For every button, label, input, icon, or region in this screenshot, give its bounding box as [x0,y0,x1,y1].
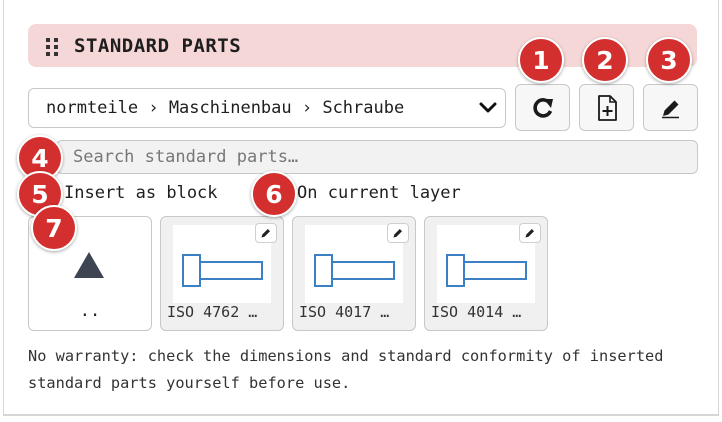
drag-handle-icon[interactable] [46,37,58,56]
part-label: ISO 4017 … [299,303,390,321]
annotation-badge: 3 [646,37,692,83]
up-arrow-icon [74,252,104,278]
search-field[interactable] [56,140,698,174]
on-current-layer-option[interactable]: On current layer [297,180,461,206]
edit-part-button[interactable] [519,223,541,243]
chevron-down-icon [479,102,497,113]
edit-part-button[interactable] [255,223,277,243]
pencil-icon [525,229,534,238]
panel-title: STANDARD PARTS [74,34,242,57]
insert-as-block-option[interactable]: Insert as block [64,180,218,206]
parent-folder-label: .. [79,301,101,321]
path-select[interactable]: normteile › Maschinenbau › Schraube [28,88,506,128]
new-file-button[interactable] [579,84,634,131]
insert-as-block-label: Insert as block [64,183,218,203]
pencil-icon [393,229,402,238]
warranty-note: No warranty: check the dimensions and st… [28,347,664,392]
new-file-icon [597,94,617,121]
pencil-icon [661,100,679,118]
edit-part-button[interactable] [387,223,409,243]
part-label: ISO 4014 … [431,303,522,321]
part-tile[interactable]: ISO 4014 … [424,216,548,331]
part-tile[interactable]: ISO 4017 … [292,216,416,331]
path-select-value: normteile › Maschinenbau › Schraube [46,98,405,118]
search-input[interactable] [73,147,673,167]
part-label: ISO 4762 … [167,303,258,321]
annotation-badge: 1 [518,37,564,83]
part-tile[interactable]: ISO 4762 … [160,216,284,331]
refresh-icon [532,97,553,118]
refresh-button[interactable] [515,84,570,131]
annotation-badge: 6 [251,171,297,217]
edit-button[interactable] [643,84,698,131]
annotation-badge: 7 [31,205,77,251]
annotation-badge: 2 [582,37,628,83]
on-current-layer-label: On current layer [297,183,461,203]
pencil-icon [261,229,270,238]
